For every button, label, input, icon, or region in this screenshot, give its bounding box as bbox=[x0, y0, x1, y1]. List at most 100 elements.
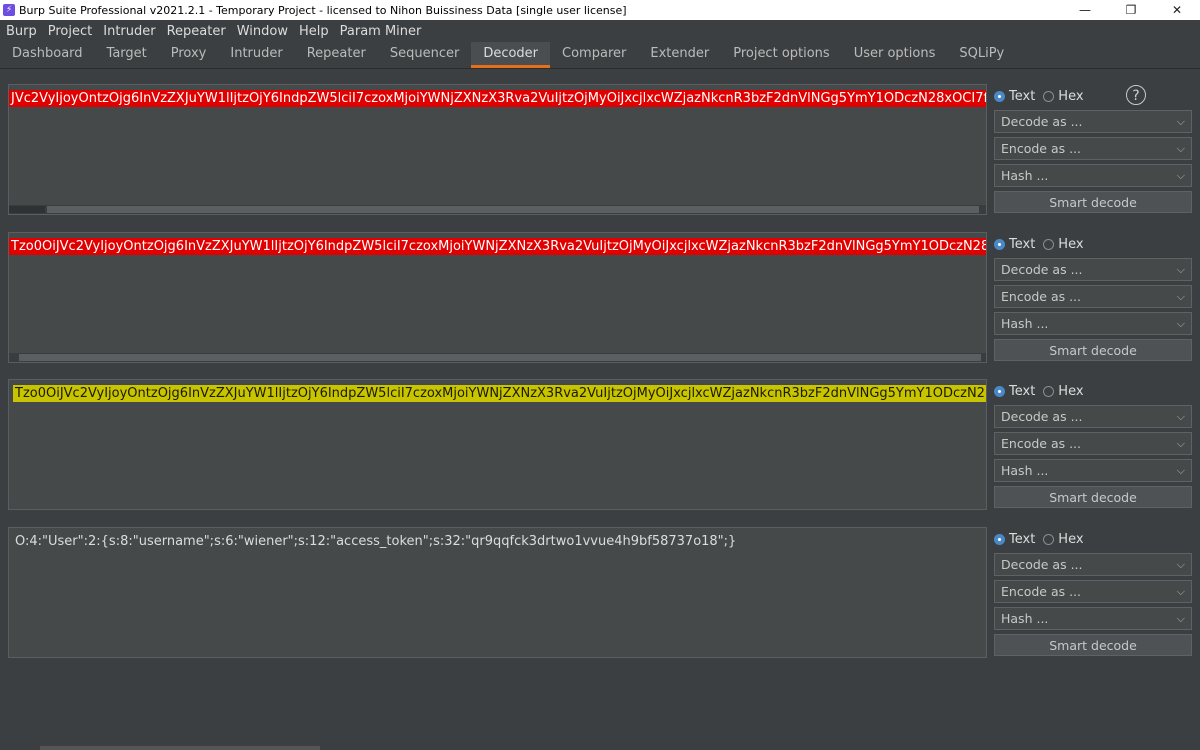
panel-3-smart-decode-button[interactable]: Smart decode bbox=[994, 486, 1192, 508]
chevron-down-icon: ⌵ bbox=[1176, 141, 1185, 155]
panel-3-hash-dropdown[interactable]: Hash ... ⌵ bbox=[994, 459, 1192, 482]
close-button[interactable]: ✕ bbox=[1154, 0, 1200, 20]
panel-4-hex-label[interactable]: Hex bbox=[1058, 532, 1083, 547]
panel-1-text[interactable]: JVc2VyIjoyOntzOjg6InVzZXJuYW1lIjtzOjY6In… bbox=[9, 90, 986, 107]
menu-project[interactable]: Project bbox=[42, 24, 97, 39]
decoder-panel-1[interactable]: JVc2VyIjoyOntzOjg6InVzZXJuYW1lIjtzOjY6In… bbox=[8, 84, 987, 215]
tab-decoder[interactable]: Decoder bbox=[471, 42, 551, 68]
chevron-down-icon: ⌵ bbox=[1176, 611, 1185, 625]
panel-1-scroll-thumb[interactable] bbox=[47, 206, 979, 213]
chevron-down-icon: ⌵ bbox=[1176, 463, 1185, 477]
panel-1-controls: Text Hex ? Decode as ... ⌵ Encode as ... ⌵… bbox=[994, 85, 1192, 213]
title-bar: ⚡ Burp Suite Professional v2021.2.1 - Te… bbox=[0, 0, 1200, 20]
panel-1-scroll-gap bbox=[9, 206, 45, 213]
panel-4-hex-radio[interactable] bbox=[1043, 533, 1055, 545]
menu-bar: Burp Project Intruder Repeater Window He… bbox=[0, 20, 1200, 42]
panel-1-decode-dropdown[interactable]: Decode as ... ⌵ bbox=[994, 110, 1192, 133]
panel-2-decode-label: Decode as ... bbox=[1001, 262, 1083, 277]
menu-help[interactable]: Help bbox=[293, 24, 334, 39]
menu-window[interactable]: Window bbox=[231, 24, 293, 39]
panel-2-text-radio[interactable] bbox=[994, 238, 1005, 250]
chevron-down-icon: ⌵ bbox=[1176, 114, 1185, 128]
panel-1-encode-label: Encode as ... bbox=[1001, 141, 1082, 156]
chevron-down-icon: ⌵ bbox=[1176, 557, 1185, 571]
panel-2-scrollbar[interactable] bbox=[9, 353, 986, 362]
panel-4-text-label[interactable]: Text bbox=[1009, 532, 1035, 547]
panel-1-hex-label[interactable]: Hex bbox=[1058, 89, 1083, 104]
panel-4-decode-label: Decode as ... bbox=[1001, 557, 1083, 572]
minimize-button[interactable]: — bbox=[1062, 0, 1108, 20]
panel-3-text-label[interactable]: Text bbox=[1009, 384, 1035, 399]
panel-2-hash-label: Hash ... bbox=[1001, 316, 1049, 331]
chevron-down-icon: ⌵ bbox=[1176, 168, 1185, 182]
panel-4-smart-decode-button[interactable]: Smart decode bbox=[994, 634, 1192, 656]
panel-3-hex-radio[interactable] bbox=[1043, 385, 1055, 397]
panel-1-decode-label: Decode as ... bbox=[1001, 114, 1083, 129]
panel-4-text-radio[interactable] bbox=[994, 533, 1005, 545]
panel-4-hash-label: Hash ... bbox=[1001, 611, 1049, 626]
panel-2-scroll-thumb[interactable] bbox=[19, 354, 981, 361]
chevron-down-icon: ⌵ bbox=[1176, 316, 1185, 330]
panel-2-hash-dropdown[interactable]: Hash ... ⌵ bbox=[994, 312, 1192, 335]
panel-4-encode-dropdown[interactable]: Encode as ... ⌵ bbox=[994, 580, 1192, 603]
panel-2-controls: Text Hex Decode as ... ⌵ Encode as ... ⌵ H… bbox=[994, 234, 1192, 361]
tab-proxy[interactable]: Proxy bbox=[159, 42, 219, 68]
restore-button[interactable]: ❐ bbox=[1108, 0, 1154, 20]
panel-2-encode-dropdown[interactable]: Encode as ... ⌵ bbox=[994, 285, 1192, 308]
tab-comparer[interactable]: Comparer bbox=[550, 42, 638, 68]
main-tabs: Dashboard Target Proxy Intruder Repeater… bbox=[0, 42, 1200, 68]
panel-4-hash-dropdown[interactable]: Hash ... ⌵ bbox=[994, 607, 1192, 630]
menu-intruder[interactable]: Intruder bbox=[97, 24, 160, 39]
panel-1-text-radio[interactable] bbox=[994, 90, 1005, 102]
decoder-panel-4[interactable]: O:4:"User":2:{s:8:"username";s:6:"wiener… bbox=[8, 527, 987, 658]
panel-2-smart-decode-button[interactable]: Smart decode bbox=[994, 339, 1192, 361]
tab-repeater[interactable]: Repeater bbox=[295, 42, 378, 68]
panel-1-text-label[interactable]: Text bbox=[1009, 89, 1035, 104]
panel-1-smart-decode-button[interactable]: Smart decode bbox=[994, 191, 1192, 213]
burp-logo-icon: ⚡ bbox=[3, 4, 15, 16]
bottom-scrollbar[interactable] bbox=[40, 746, 320, 750]
panel-1-hash-label: Hash ... bbox=[1001, 168, 1049, 183]
panel-1-scrollbar[interactable] bbox=[9, 205, 986, 214]
panel-1-hash-dropdown[interactable]: Hash ... ⌵ bbox=[994, 164, 1192, 187]
panel-4-format-toggle: Text Hex bbox=[994, 529, 1192, 549]
panel-2-hex-label[interactable]: Hex bbox=[1058, 237, 1083, 252]
tab-user-options[interactable]: User options bbox=[842, 42, 948, 68]
panel-1-hex-radio[interactable] bbox=[1043, 90, 1055, 102]
chevron-down-icon: ⌵ bbox=[1176, 436, 1185, 450]
panel-3-decode-dropdown[interactable]: Decode as ... ⌵ bbox=[994, 405, 1192, 428]
panel-3-hex-label[interactable]: Hex bbox=[1058, 384, 1083, 399]
decoder-panel-2[interactable]: Tzo0OiJVc2VyIjoyOntzOjg6InVzZXJuYW1lIjtz… bbox=[8, 232, 987, 363]
window-title: Burp Suite Professional v2021.2.1 - Temp… bbox=[19, 3, 627, 17]
panel-3-encode-label: Encode as ... bbox=[1001, 436, 1082, 451]
panel-4-encode-label: Encode as ... bbox=[1001, 584, 1082, 599]
menu-repeater[interactable]: Repeater bbox=[161, 24, 231, 39]
panel-4-controls: Text Hex Decode as ... ⌵ Encode as ... ⌵ H… bbox=[994, 529, 1192, 656]
panel-3-format-toggle: Text Hex bbox=[994, 381, 1192, 401]
tab-project-options[interactable]: Project options bbox=[721, 42, 842, 68]
panel-2-format-toggle: Text Hex bbox=[994, 234, 1192, 254]
panel-4-decode-dropdown[interactable]: Decode as ... ⌵ bbox=[994, 553, 1192, 576]
tab-sequencer[interactable]: Sequencer bbox=[378, 42, 471, 68]
panel-3-text-radio[interactable] bbox=[994, 385, 1005, 397]
chevron-down-icon: ⌵ bbox=[1176, 584, 1185, 598]
panel-2-text-label[interactable]: Text bbox=[1009, 237, 1035, 252]
panel-2-text[interactable]: Tzo0OiJVc2VyIjoyOntzOjg6InVzZXJuYW1lIjtz… bbox=[9, 238, 986, 255]
panel-2-hex-radio[interactable] bbox=[1043, 238, 1055, 250]
menu-burp[interactable]: Burp bbox=[0, 24, 42, 39]
panel-4-text[interactable]: O:4:"User":2:{s:8:"username";s:6:"wiener… bbox=[13, 533, 738, 550]
panel-3-encode-dropdown[interactable]: Encode as ... ⌵ bbox=[994, 432, 1192, 455]
tab-dashboard[interactable]: Dashboard bbox=[0, 42, 95, 68]
chevron-down-icon: ⌵ bbox=[1176, 409, 1185, 423]
tab-intruder[interactable]: Intruder bbox=[218, 42, 294, 68]
decoder-panel-3[interactable]: Tzo0OiJVc2VyIjoyOntzOjg6InVzZXJuYW1lIjtz… bbox=[8, 379, 987, 510]
tab-sqlipy[interactable]: SQLiPy bbox=[947, 42, 1016, 68]
tab-extender[interactable]: Extender bbox=[638, 42, 721, 68]
help-icon[interactable]: ? bbox=[1126, 85, 1146, 105]
panel-2-decode-dropdown[interactable]: Decode as ... ⌵ bbox=[994, 258, 1192, 281]
panel-3-text[interactable]: Tzo0OiJVc2VyIjoyOntzOjg6InVzZXJuYW1lIjtz… bbox=[13, 385, 986, 402]
panel-1-encode-dropdown[interactable]: Encode as ... ⌵ bbox=[994, 137, 1192, 160]
tab-target[interactable]: Target bbox=[95, 42, 159, 68]
menu-param-miner[interactable]: Param Miner bbox=[334, 24, 427, 39]
panel-1-format-toggle: Text Hex bbox=[994, 86, 1192, 106]
